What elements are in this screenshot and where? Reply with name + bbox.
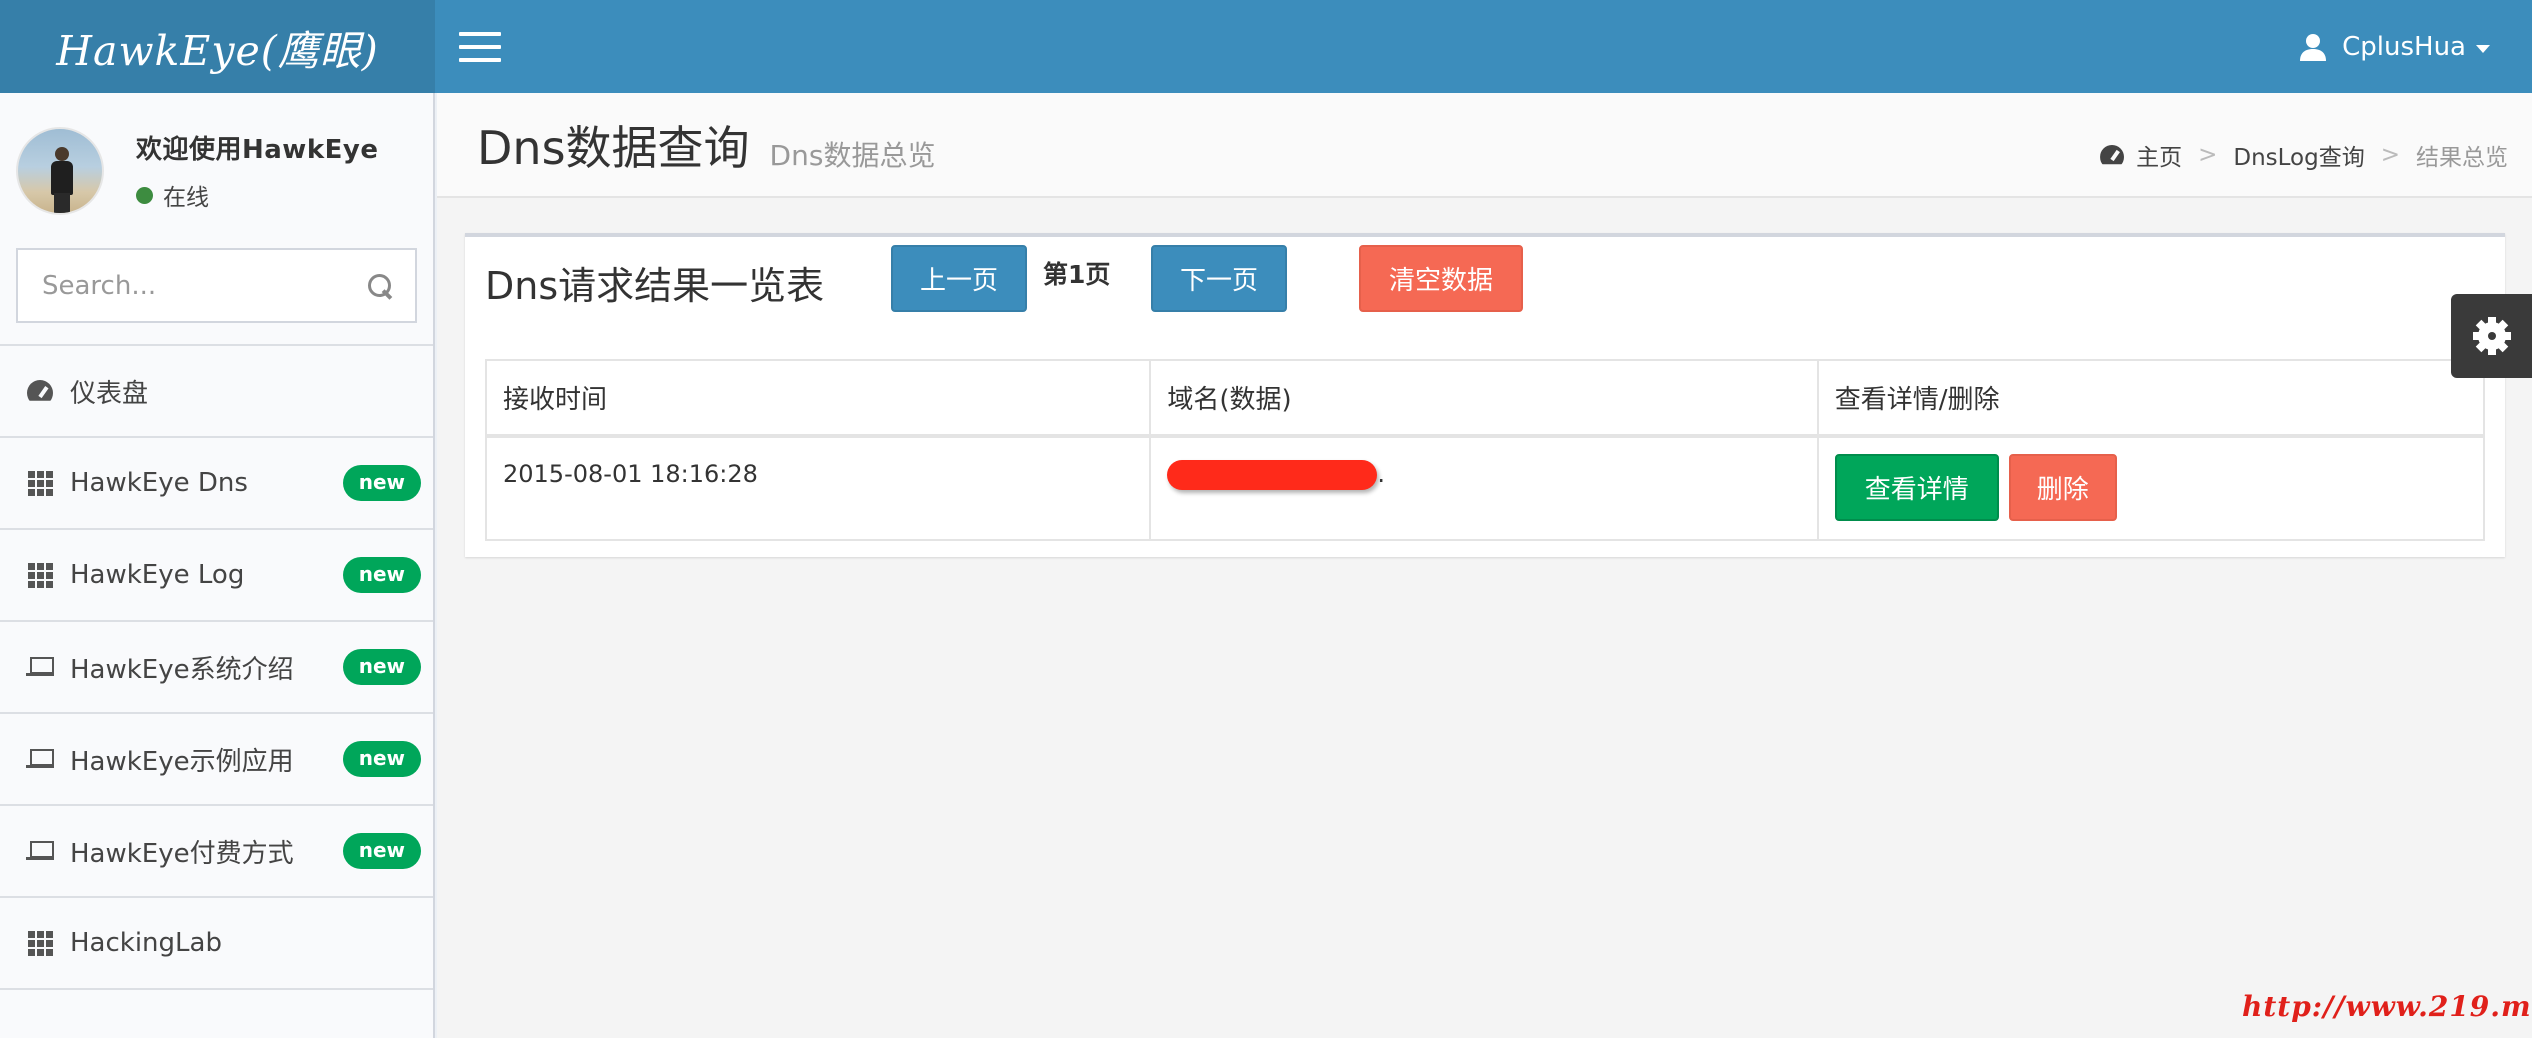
cell-actions: 查看详情 删除: [1816, 435, 2486, 541]
dashboard-icon: [27, 380, 53, 402]
delete-button[interactable]: 删除: [2008, 454, 2117, 521]
watermark: http://www.219.me/: [2242, 990, 2532, 1023]
laptop-icon: [26, 657, 54, 677]
laptop-icon: [26, 841, 54, 861]
box-title: Dns请求结果一览表: [485, 264, 825, 308]
top-navbar: HawkEye(鹰眼) CplusHua: [0, 0, 2532, 93]
content-header: Dns数据查询 Dns数据总览 主页 > DnsLog查询 > 结果总览: [437, 93, 2532, 198]
column-header-domain: 域名(数据): [1149, 359, 1819, 438]
page-indicator: 第1页: [1043, 260, 1111, 289]
online-dot-icon: [136, 186, 153, 204]
clear-data-button[interactable]: 清空数据: [1359, 245, 1523, 312]
sidebar-item-dashboard[interactable]: 仪表盘: [0, 346, 433, 438]
page-title: Dns数据查询: [477, 121, 750, 175]
search-icon[interactable]: [366, 272, 393, 300]
cell-time: 2015-08-01 18:16:28: [484, 435, 1152, 541]
online-status: 在线: [136, 178, 378, 212]
page-subtitle: Dns数据总览: [769, 139, 936, 172]
breadcrumb: 主页 > DnsLog查询 > 结果总览: [2100, 138, 2508, 172]
sidebar-item-examples[interactable]: HawkEye示例应用 new: [0, 714, 433, 806]
grid-icon: [27, 470, 53, 496]
user-menu-dropdown[interactable]: CplusHua: [2298, 0, 2532, 93]
column-header-time: 接收时间: [484, 359, 1152, 438]
sidebar-toggle-button[interactable]: [435, 0, 525, 93]
column-header-actions: 查看详情/删除: [1816, 359, 2486, 438]
dns-results-box: Dns请求结果一览表 上一页 第1页 下一页 清空数据 接收时间 域名(数据) …: [465, 233, 2505, 557]
laptop-icon: [26, 749, 54, 769]
avatar: [16, 126, 104, 215]
dashboard-icon: [2100, 145, 2124, 165]
redaction-mark: [1167, 460, 1378, 490]
grid-icon: [27, 562, 53, 588]
sidebar-item-hackinglab[interactable]: HackingLab: [0, 898, 433, 990]
new-badge: new: [342, 557, 421, 593]
sidebar-item-system-intro[interactable]: HawkEye系统介绍 new: [0, 622, 433, 714]
hamburger-icon: [459, 31, 501, 36]
new-badge: new: [342, 465, 421, 501]
app-logo[interactable]: HawkEye(鹰眼): [0, 0, 435, 93]
grid-icon: [27, 930, 53, 956]
sidebar-search: [16, 248, 417, 323]
user-panel: 欢迎使用HawkEye 在线: [0, 93, 433, 248]
sidebar-item-hawkeye-log[interactable]: HawkEye Log new: [0, 530, 433, 622]
gear-icon: [2475, 319, 2508, 353]
username: CplusHua: [2342, 31, 2466, 62]
new-badge: new: [342, 741, 421, 777]
breadcrumb-dnslog[interactable]: DnsLog查询: [2233, 138, 2364, 172]
table-header-row: 接收时间 域名(数据) 查看详情/删除: [484, 359, 2486, 438]
caret-down-icon: [2476, 44, 2490, 53]
results-table: 接收时间 域名(数据) 查看详情/删除 2015-08-01 18:16:28 …: [484, 359, 2486, 541]
prev-page-button[interactable]: 上一页: [891, 245, 1027, 312]
sidebar-item-payment[interactable]: HawkEye付费方式 new: [0, 806, 433, 898]
new-badge: new: [342, 833, 421, 869]
settings-toggle-button[interactable]: [2451, 294, 2532, 378]
sidebar-menu: 仪表盘 HawkEye Dns new HawkEye Log new Hawk…: [0, 344, 433, 990]
welcome-text: 欢迎使用HawkEye: [136, 135, 379, 165]
next-page-button[interactable]: 下一页: [1151, 245, 1287, 312]
sidebar-item-hawkeye-dns[interactable]: HawkEye Dns new: [0, 438, 433, 530]
cell-domain: .: [1149, 435, 1819, 541]
breadcrumb-home[interactable]: 主页: [2136, 138, 2182, 172]
table-row: 2015-08-01 18:16:28 . 查看详情 删除: [484, 435, 2486, 541]
new-badge: new: [342, 649, 421, 685]
search-input[interactable]: [42, 270, 366, 301]
sidebar: 欢迎使用HawkEye 在线 仪表盘 HawkEye Dns new HawkE…: [0, 93, 435, 1038]
breadcrumb-current: 结果总览: [2416, 145, 2508, 171]
main-content: Dns数据查询 Dns数据总览 主页 > DnsLog查询 > 结果总览 Dns…: [437, 93, 2532, 1038]
view-details-button[interactable]: 查看详情: [1834, 454, 1999, 521]
user-icon: [2300, 33, 2327, 61]
